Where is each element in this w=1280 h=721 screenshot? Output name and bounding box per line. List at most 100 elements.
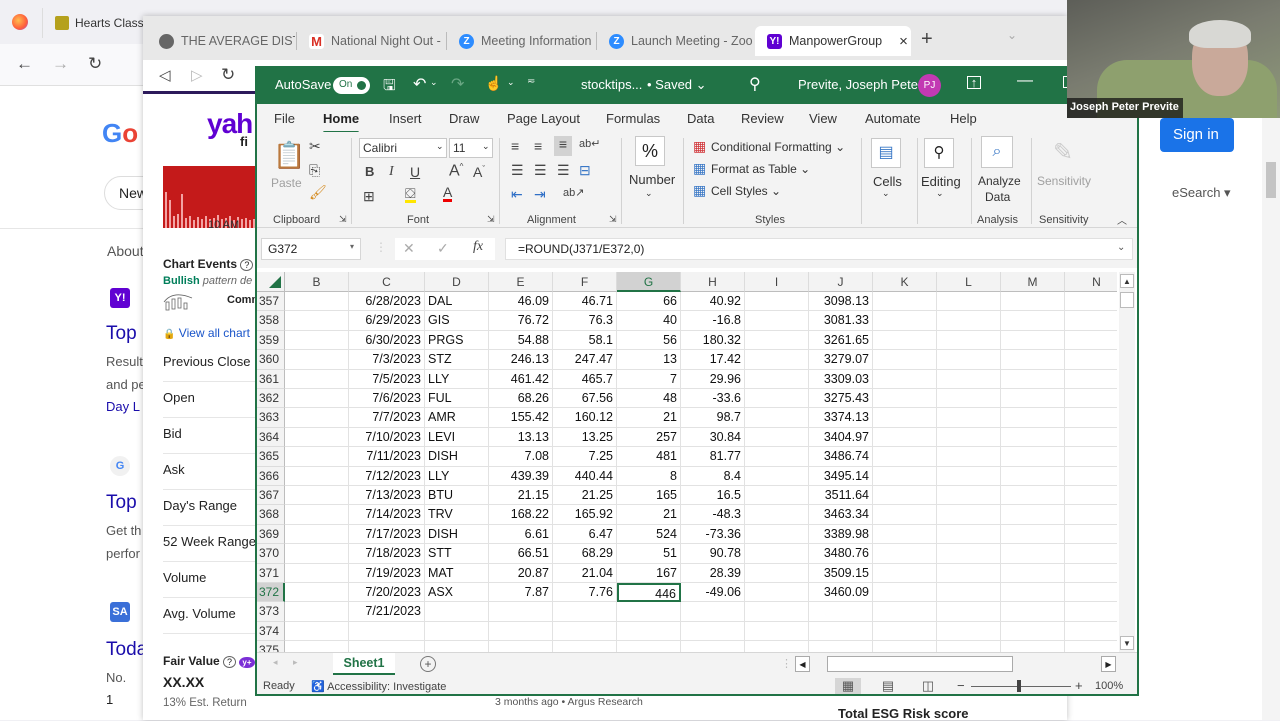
- dialog-launcher-icon[interactable]: ⇲: [487, 214, 495, 225]
- cell-j375[interactable]: [809, 641, 873, 652]
- cell-h364[interactable]: 30.84: [681, 427, 745, 448]
- cell-l361[interactable]: [937, 369, 1001, 389]
- cell-n371[interactable]: [1065, 564, 1117, 583]
- font-name-select[interactable]: Calibri ⌄: [359, 138, 447, 158]
- cell-j366[interactable]: 3495.14: [809, 466, 873, 486]
- cell-i368[interactable]: [745, 505, 809, 525]
- insert-function-icon[interactable]: fx: [473, 239, 483, 255]
- cell-b365[interactable]: [285, 447, 349, 467]
- select-all-button[interactable]: [257, 272, 285, 292]
- format-as-table-button[interactable]: Format as Table ⌄: [711, 162, 810, 176]
- tab-average-distance[interactable]: THE AVERAGE DISTAN: [147, 26, 295, 56]
- cell-g363[interactable]: 21: [617, 408, 681, 428]
- collapse-ribbon-icon[interactable]: ︿: [1117, 212, 1127, 227]
- row-header[interactable]: 372: [257, 583, 285, 603]
- row-header[interactable]: 375: [257, 641, 285, 652]
- row-header[interactable]: 367: [257, 486, 285, 506]
- cell-j367[interactable]: 3511.64: [809, 486, 873, 506]
- scroll-up-icon[interactable]: ▲: [1120, 274, 1134, 288]
- analyze-data-button-line2[interactable]: Data: [985, 190, 1010, 204]
- cell-k359[interactable]: [873, 330, 937, 351]
- cell-l357[interactable]: [937, 292, 1001, 312]
- align-bottom-icon[interactable]: ≡: [554, 136, 572, 156]
- cell-m368[interactable]: [1001, 505, 1065, 525]
- cell-b370[interactable]: [285, 544, 349, 564]
- cell-k374[interactable]: [873, 621, 937, 642]
- row-header[interactable]: 371: [257, 563, 285, 583]
- cell-c371[interactable]: 7/19/2023: [349, 563, 425, 583]
- cell-n366[interactable]: [1065, 467, 1117, 486]
- row-header[interactable]: 364: [257, 427, 285, 448]
- tab-data[interactable]: Data: [687, 111, 714, 126]
- cell-h368[interactable]: -48.3: [681, 505, 745, 525]
- cell-h367[interactable]: 16.5: [681, 486, 745, 506]
- cell-i365[interactable]: [745, 447, 809, 467]
- spreadsheet-grid[interactable]: B C D E F G H I J K L M N 357 6/28/2023 DAL 46.09 46.71 66…: [257, 272, 1117, 652]
- normal-view-icon[interactable]: ▦: [835, 678, 861, 694]
- zoom-slider-knob[interactable]: [1017, 680, 1021, 692]
- cell-d358[interactable]: GIS: [425, 311, 489, 331]
- forward-arrow-icon[interactable]: ▷: [191, 66, 203, 84]
- column-header-c[interactable]: C: [349, 272, 425, 292]
- cell-f365[interactable]: 7.25: [553, 447, 617, 467]
- chevron-down-icon[interactable]: ▾: [350, 242, 354, 251]
- cell-m373[interactable]: [1001, 602, 1065, 622]
- cell-f369[interactable]: 6.47: [553, 524, 617, 545]
- tab-meeting-information[interactable]: Z Meeting Information: [447, 26, 595, 56]
- cell-k357[interactable]: [873, 292, 937, 312]
- cell-m359[interactable]: [1001, 330, 1065, 351]
- editing-button[interactable]: Editing: [921, 174, 961, 189]
- next-sheet-icon[interactable]: ▸: [293, 657, 298, 668]
- orientation-icon[interactable]: ab↗: [563, 186, 584, 199]
- cell-g374[interactable]: [617, 621, 681, 642]
- column-header-f[interactable]: F: [553, 272, 617, 292]
- analyze-data-button[interactable]: Analyze: [978, 174, 1021, 188]
- cell-d362[interactable]: FUL: [425, 389, 489, 409]
- cell-d368[interactable]: TRV: [425, 505, 489, 525]
- page-layout-view-icon[interactable]: ▤: [875, 678, 901, 694]
- cell-f371[interactable]: 21.04: [553, 563, 617, 583]
- cell-k360[interactable]: [873, 350, 937, 370]
- cell-e364[interactable]: 13.13: [489, 427, 553, 448]
- number-format-icon[interactable]: %: [635, 136, 665, 166]
- search-icon[interactable]: ⚲: [749, 74, 761, 94]
- cell-h373[interactable]: [681, 602, 745, 622]
- cell-d364[interactable]: LEVI: [425, 427, 489, 448]
- cell-b375[interactable]: [285, 641, 349, 652]
- cell-f360[interactable]: 247.47: [553, 350, 617, 370]
- cell-h371[interactable]: 28.39: [681, 563, 745, 583]
- cell-b361[interactable]: [285, 369, 349, 389]
- cell-e361[interactable]: 461.42: [489, 369, 553, 389]
- redo-icon[interactable]: ↷: [451, 74, 464, 94]
- row-header[interactable]: 359: [257, 330, 285, 351]
- cell-m370[interactable]: [1001, 544, 1065, 564]
- horizontal-scrollbar[interactable]: ◀ ▶: [795, 656, 1135, 673]
- align-center-icon[interactable]: ☰: [534, 162, 547, 179]
- scroll-right-icon[interactable]: ▶: [1101, 656, 1116, 672]
- cell-g367[interactable]: 165: [617, 486, 681, 506]
- cell-i372[interactable]: [745, 583, 809, 603]
- tab-help[interactable]: Help: [950, 111, 977, 126]
- cell-b369[interactable]: [285, 524, 349, 545]
- cell-d366[interactable]: LLY: [425, 466, 489, 486]
- cell-n369[interactable]: [1065, 525, 1117, 545]
- ribbon-display-icon[interactable]: ↑: [967, 76, 981, 89]
- google-logo[interactable]: Go: [102, 118, 138, 149]
- cell-m358[interactable]: [1001, 311, 1065, 331]
- analyze-data-icon[interactable]: ⌕: [981, 136, 1013, 168]
- cell-j362[interactable]: 3275.43: [809, 389, 873, 409]
- cell-e372[interactable]: 7.87: [489, 583, 553, 603]
- cell-l363[interactable]: [937, 408, 1001, 428]
- cell-k369[interactable]: [873, 524, 937, 545]
- column-header-i[interactable]: I: [745, 272, 809, 292]
- cell-c365[interactable]: 7/11/2023: [349, 447, 425, 467]
- cell-b373[interactable]: [285, 602, 349, 622]
- cell-i359[interactable]: [745, 330, 809, 351]
- cell-d363[interactable]: AMR: [425, 408, 489, 428]
- cell-h357[interactable]: 40.92: [681, 292, 745, 312]
- save-status[interactable]: • Saved ⌄: [647, 77, 707, 93]
- cell-l373[interactable]: [937, 602, 1001, 622]
- cell-n375[interactable]: [1065, 641, 1117, 652]
- cell-h366[interactable]: 8.4: [681, 466, 745, 486]
- cell-f366[interactable]: 440.44: [553, 466, 617, 486]
